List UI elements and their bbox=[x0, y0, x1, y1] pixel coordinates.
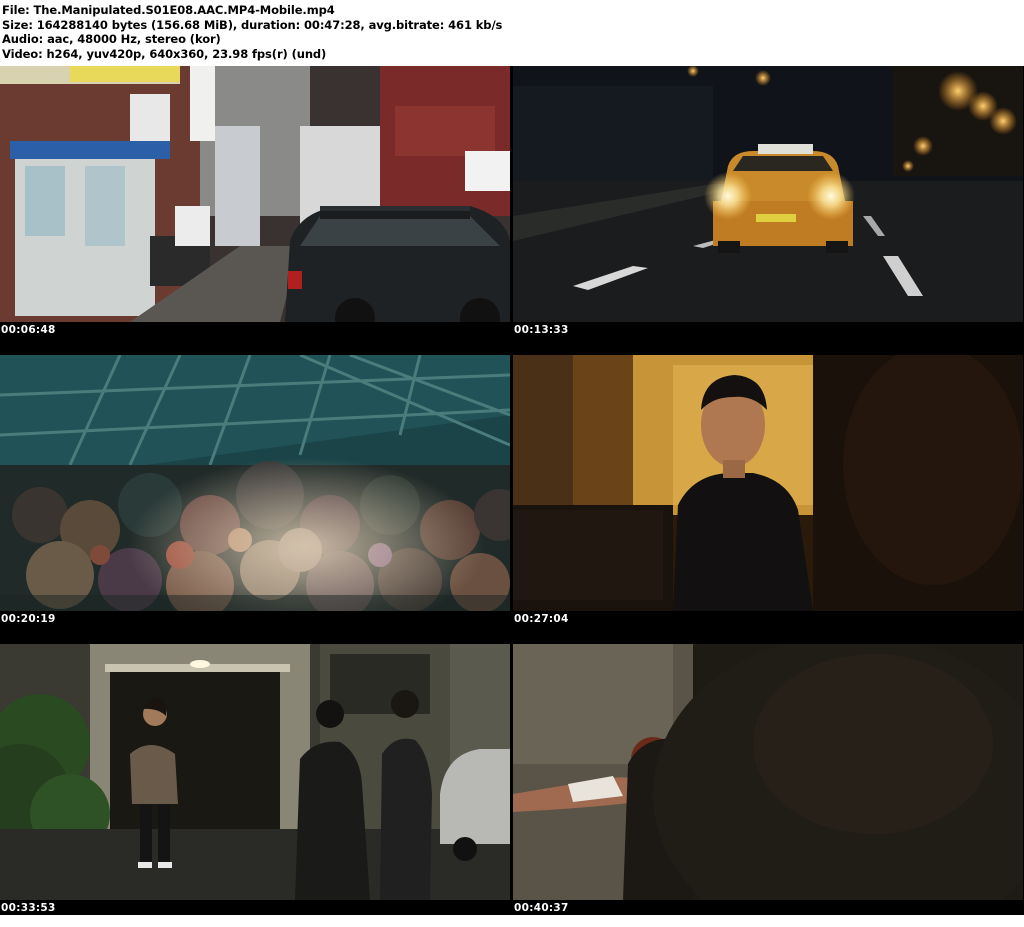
file-info-header: File: The.Manipulated.S01E08.AAC.MP4-Mob… bbox=[0, 0, 1024, 66]
thumbnail-5[interactable]: 00:33:53 bbox=[0, 644, 510, 927]
thumbnail-6-timestamp: 00:40:37 bbox=[514, 902, 569, 914]
thumbnail-3[interactable]: 00:20:19 bbox=[0, 355, 510, 638]
thumbnail-1-image bbox=[0, 66, 510, 322]
thumbnail-1[interactable]: 00:06:48 bbox=[0, 66, 510, 349]
file-size-line: Size: 164288140 bytes (156.68 MiB), dura… bbox=[2, 17, 503, 32]
thumbnail-4-timestamp: 00:27:04 bbox=[514, 613, 569, 625]
thumbnail-6-image bbox=[513, 644, 1023, 900]
thumbnail-2-timestamp: 00:13:33 bbox=[514, 324, 569, 336]
thumbnail-2[interactable]: 00:13:33 bbox=[513, 66, 1023, 349]
thumbnail-3-timestamp: 00:20:19 bbox=[1, 613, 56, 625]
thumbnail-1-timestamp: 00:06:48 bbox=[1, 324, 56, 336]
thumbnail-3-image bbox=[0, 355, 510, 611]
thumbnail-6[interactable]: 00:40:37 bbox=[513, 644, 1023, 927]
file-name-line: File: The.Manipulated.S01E08.AAC.MP4-Mob… bbox=[2, 3, 335, 17]
thumbnail-4[interactable]: 00:27:04 bbox=[513, 355, 1023, 638]
thumbnail-5-image bbox=[0, 644, 510, 900]
video-info-line: Video: h264, yuv420p, 640x360, 23.98 fps… bbox=[2, 47, 327, 62]
audio-info-line: Audio: aac, 48000 Hz, stereo (kor) bbox=[2, 32, 221, 47]
thumbnail-4-image bbox=[513, 355, 1023, 611]
thumbnail-2-image bbox=[513, 66, 1023, 322]
thumbnail-5-timestamp: 00:33:53 bbox=[1, 902, 56, 914]
thumbnail-grid: 00:06:48 00:13:33 00:20:19 00:27:04 00:3… bbox=[0, 66, 1024, 915]
